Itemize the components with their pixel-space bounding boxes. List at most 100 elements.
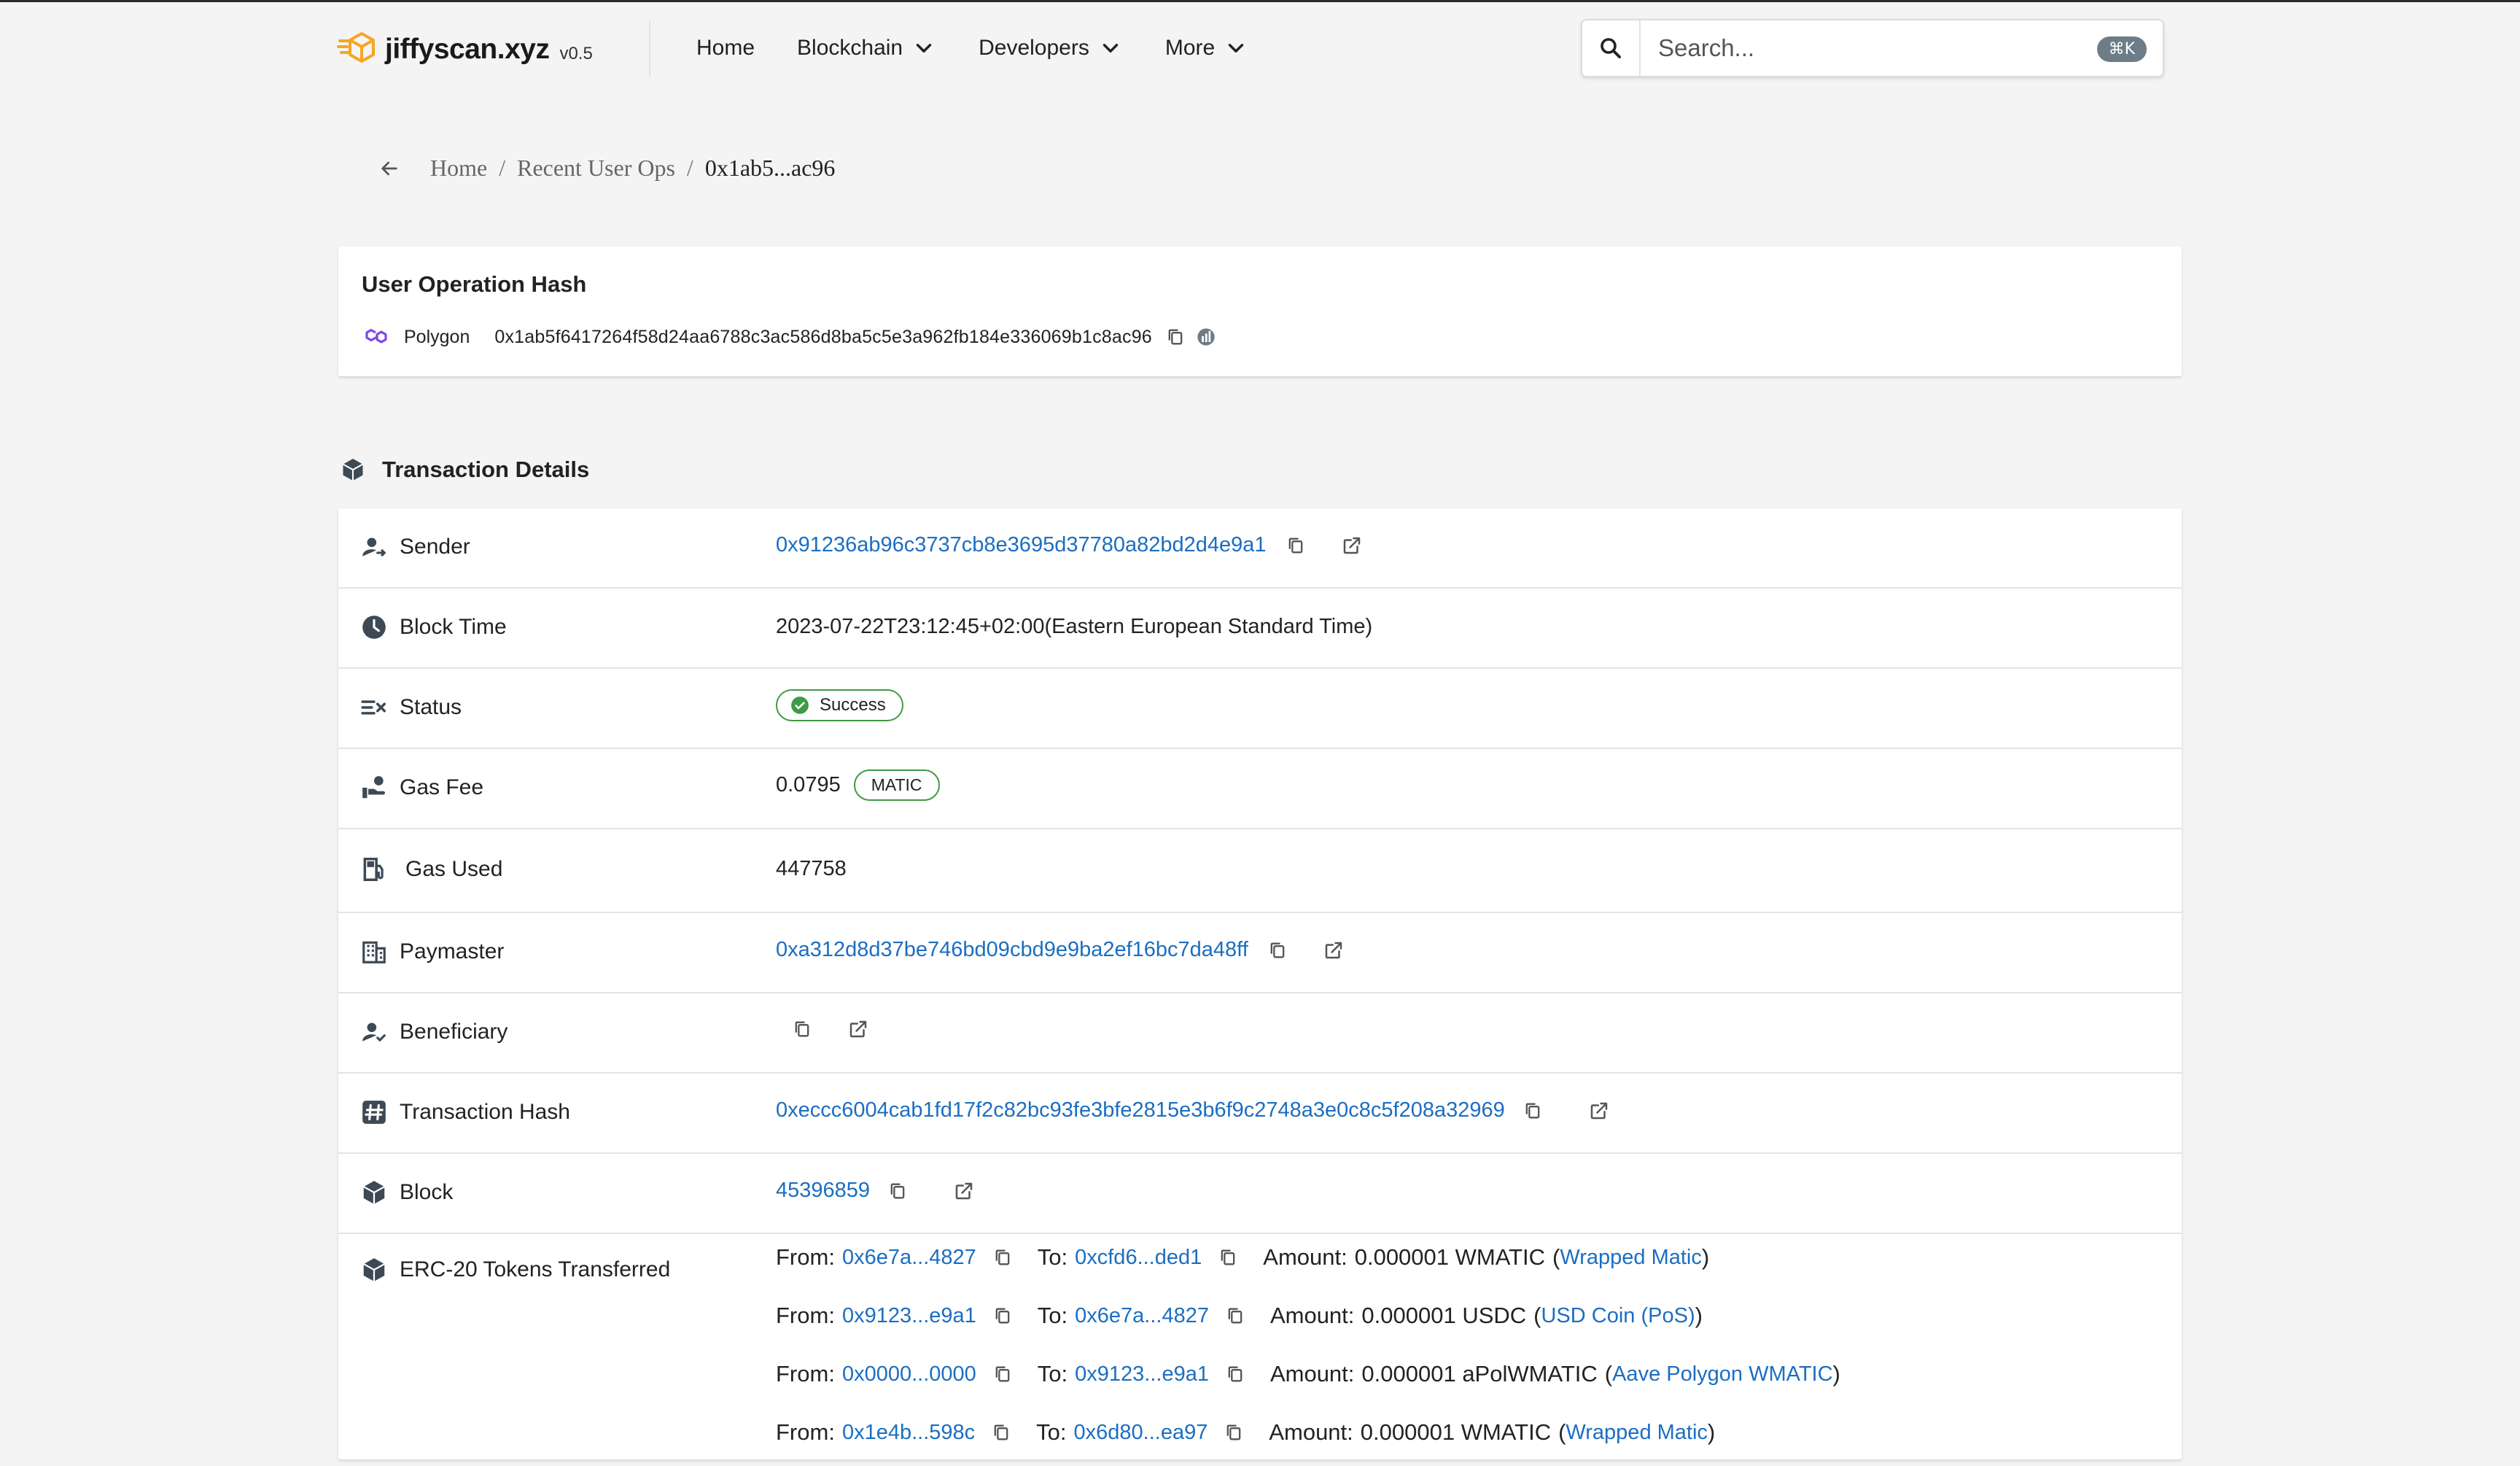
search-input[interactable] [1658, 34, 2081, 62]
copy-icon[interactable] [1224, 1422, 1244, 1443]
copy-icon[interactable] [1522, 1101, 1543, 1121]
from-label: From: [776, 1303, 835, 1328]
section-title-text: Transaction Details [382, 457, 590, 482]
block-number-link[interactable]: 45396859 [776, 1179, 870, 1203]
header-divider [649, 20, 650, 76]
hand-coin-icon [362, 776, 386, 799]
nav-home[interactable]: Home [696, 36, 755, 61]
copy-icon[interactable] [887, 1181, 908, 1201]
row-value: 0.0795 MATIC [776, 769, 940, 801]
paymaster-address-link[interactable]: 0xa312d8d37be746bd09cbd9e9ba2ef16bc7da48… [776, 938, 1248, 962]
search-bar: ⌘K [1581, 19, 2164, 77]
to-label: To: [1037, 1303, 1068, 1328]
hash-icon [362, 1101, 386, 1124]
row-value: Success [776, 689, 903, 721]
copy-icon[interactable] [1225, 1364, 1245, 1384]
status-text: Success [820, 695, 886, 715]
to-address-link[interactable]: 0xcfd6...ded1 [1075, 1246, 1202, 1270]
breadcrumb: Home / Recent User Ops / 0x1ab5...ac96 [378, 155, 835, 182]
back-arrow-icon[interactable] [378, 157, 401, 180]
copy-icon[interactable] [991, 1422, 1011, 1443]
row-value: 0xeccc6004cab1fd17f2c82bc93fe3bfe2815e3b… [776, 1098, 1610, 1122]
search-button[interactable] [1582, 20, 1641, 76]
amount-label: Amount: [1269, 1419, 1353, 1445]
copy-icon[interactable] [992, 1247, 1013, 1268]
cube-icon [342, 459, 364, 481]
status-badge: Success [776, 689, 903, 721]
row-block-time: Block Time 2023-07-22T23:12:45+02:00(Eas… [338, 589, 2182, 669]
copy-icon[interactable] [792, 1019, 812, 1039]
to-address-link[interactable]: 0x9123...e9a1 [1075, 1362, 1209, 1387]
copy-icon[interactable] [1218, 1247, 1238, 1268]
site-version: v0.5 [559, 44, 593, 63]
external-link-icon[interactable] [1323, 939, 1345, 961]
block-time-label: Block Time [400, 615, 507, 639]
copy-icon[interactable] [992, 1306, 1013, 1326]
amount-label: Amount: [1269, 1303, 1355, 1328]
nav-developers[interactable]: Developers [979, 36, 1123, 61]
row-paymaster: Paymaster 0xa312d8d37be746bd09cbd9e9ba2e… [338, 913, 2182, 993]
breadcrumb-separator: / [686, 155, 693, 181]
amount-value: 0.000001 WMATIC [1354, 1244, 1546, 1270]
row-label: Transaction Hash [360, 1098, 570, 1126]
clock-icon [362, 616, 386, 639]
row-label: Status [360, 694, 462, 721]
from-address-link[interactable]: 0x9123...e9a1 [842, 1304, 976, 1328]
copy-icon[interactable] [1225, 1306, 1245, 1326]
row-label: Block Time [360, 613, 507, 641]
from-address-link[interactable]: 0x0000...0000 [842, 1362, 976, 1387]
to-address-link[interactable]: 0x6e7a...4827 [1075, 1304, 1209, 1328]
amount-label: Amount: [1263, 1244, 1348, 1270]
from-label: From: [776, 1419, 835, 1445]
row-block: Block 45396859 [338, 1154, 2182, 1234]
row-label: ERC-20 Tokens Transferred [360, 1256, 670, 1284]
chevron-down-icon [916, 44, 932, 53]
from-address-link[interactable]: 0x1e4b...598c [842, 1421, 975, 1445]
row-label: Gas Fee [360, 774, 483, 802]
sender-address-link[interactable]: 0x91236ab96c3737cb8e3695d37780a82bd2d4e9… [776, 533, 1267, 557]
token-name-link[interactable]: USD Coin (PoS) [1541, 1304, 1695, 1328]
from-address-link[interactable]: 0x6e7a...4827 [842, 1246, 976, 1270]
row-transaction-hash: Transaction Hash 0xeccc6004cab1fd17f2c82… [338, 1074, 2182, 1154]
network-name: Polygon [404, 326, 470, 347]
main-nav: Home Blockchain Developers More [696, 32, 1291, 64]
chevron-down-icon [1229, 44, 1244, 53]
to-address-link[interactable]: 0x6d80...ea97 [1074, 1421, 1208, 1445]
erc20-transfer-item: From: 0x9123...e9a1 To: 0x6e7a...4827 Am… [776, 1303, 1703, 1328]
copy-icon[interactable] [1267, 940, 1288, 961]
breadcrumb-recent-user-ops[interactable]: Recent User Ops [517, 155, 675, 182]
token-name-link[interactable]: Aave Polygon WMATIC [1612, 1362, 1832, 1387]
site-name: jiffyscan.xyz [385, 34, 550, 65]
nav-blockchain[interactable]: Blockchain [797, 36, 936, 61]
paymaster-label: Paymaster [400, 939, 505, 963]
external-link-icon[interactable] [1588, 1100, 1610, 1122]
gas-fee-unit-badge: MATIC [853, 769, 940, 801]
block-label: Block [400, 1180, 454, 1204]
erc20-label: ERC-20 Tokens Transferred [400, 1257, 671, 1281]
external-link-icon[interactable] [1341, 535, 1363, 556]
user-op-hash-card: User Operation Hash Polygon 0x1ab5f64172… [338, 247, 2182, 376]
external-link-icon[interactable] [953, 1180, 975, 1202]
user-send-icon [362, 538, 386, 556]
breadcrumb-home[interactable]: Home [430, 155, 487, 182]
transaction-hash-link[interactable]: 0xeccc6004cab1fd17f2c82bc93fe3bfe2815e3b… [776, 1098, 1505, 1122]
copy-icon[interactable] [1165, 327, 1186, 347]
token-name-link[interactable]: Wrapped Matic [1566, 1421, 1708, 1445]
external-link-icon[interactable] [847, 1018, 869, 1040]
site-logo[interactable]: jiffyscan.xyz v0.5 [337, 29, 593, 70]
from-label: From: [776, 1361, 835, 1387]
gas-used-label: Gas Used [405, 857, 503, 881]
row-label: Paymaster [360, 938, 504, 966]
copy-icon[interactable] [1286, 535, 1306, 556]
user-check-icon [362, 1023, 386, 1042]
to-label: To: [1037, 1244, 1068, 1270]
user-op-hash-row: Polygon 0x1ab5f6417264f58d24aa6788c3ac58… [362, 322, 1216, 352]
amount-label: Amount: [1269, 1361, 1355, 1387]
section-transaction-details: Transaction Details [340, 457, 589, 483]
polygon-network-icon [365, 328, 387, 344]
copy-icon[interactable] [992, 1364, 1013, 1384]
explorer-chart-icon[interactable] [1196, 327, 1216, 347]
token-name-link[interactable]: Wrapped Matic [1560, 1246, 1702, 1270]
row-label: Gas Used [360, 856, 502, 883]
nav-more[interactable]: More [1165, 36, 1248, 61]
